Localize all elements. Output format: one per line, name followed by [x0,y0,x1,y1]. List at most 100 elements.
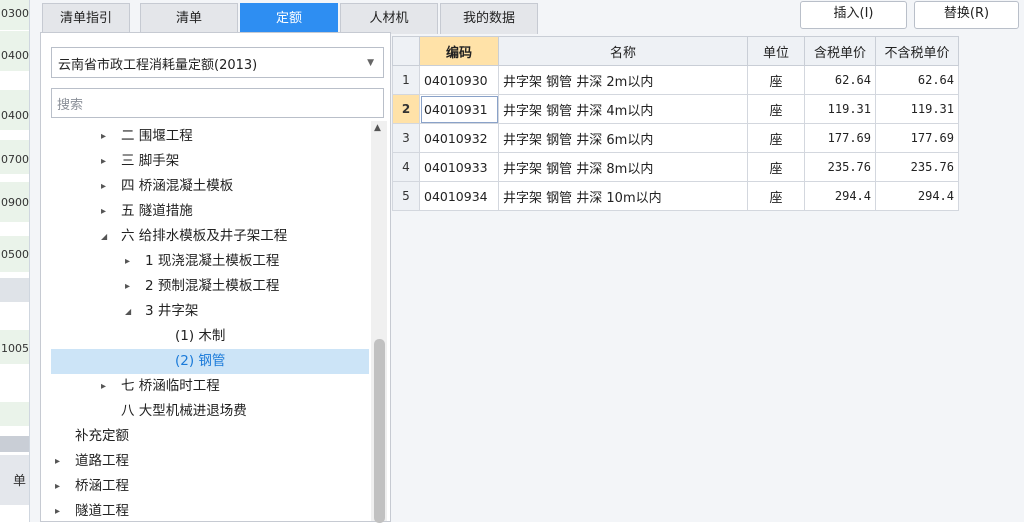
cell-code[interactable]: 04010930 [419,65,499,95]
expand-arrow-icon[interactable]: ▸ [55,499,60,524]
table-row-current[interactable]: 2 04010931 井字架 钢管 井深 4m以内 座 119.31 119.3… [392,94,959,124]
cell-name[interactable]: 井字架 钢管 井深 2m以内 [498,65,748,95]
tree-node-label: 隧道工程 [75,503,129,519]
tree-node-label: 六 给排水模板及井子架工程 [121,228,288,244]
column-header-code[interactable]: 编码 [419,36,499,66]
cell-notax-price[interactable]: 294.4 [875,181,959,211]
cell-unit[interactable]: 座 [747,152,805,182]
quota-table: 编码 名称 单位 含税单价 不含税单价 1 04010930 井字架 钢管 井深… [392,36,959,211]
row-number: 5 [392,181,420,211]
row-number: 1 [392,65,420,95]
column-header-name[interactable]: 名称 [498,36,748,66]
expand-arrow-icon[interactable]: ▸ [125,249,130,274]
cell-notax-price[interactable]: 177.69 [875,123,959,153]
collapse-arrow-icon[interactable]: ◢ [101,224,107,249]
cell-name[interactable]: 井字架 钢管 井深 10m以内 [498,181,748,211]
tree-node[interactable]: ▸ 四 桥涵混凝土模板 [101,174,233,199]
cell-unit[interactable]: 座 [747,181,805,211]
tree-node[interactable]: (1) 木制 [175,324,225,349]
column-header-tax-price[interactable]: 含税单价 [804,36,876,66]
expand-arrow-icon[interactable]: ▸ [125,274,130,299]
tree-node[interactable]: ▸ 隧道工程 [55,499,129,524]
tree-node-selected[interactable]: (2) 钢管 [51,349,369,374]
tree-node[interactable]: ▸ 道路工程 [55,449,129,474]
strip-cell: 0300 [1,7,29,20]
tree-node[interactable]: ▸ 2 预制混凝土模板工程 [125,274,279,299]
expand-arrow-icon[interactable]: ▸ [101,149,106,174]
tree-node[interactable]: ▸ 三 脚手架 [101,149,179,174]
tree-node-label: 三 脚手架 [121,153,180,169]
tree-node-label: (2) 钢管 [175,353,226,369]
tree-scroll-thumb[interactable] [374,339,385,523]
tree-node-label: 二 围堰工程 [121,128,193,144]
search-input[interactable]: 搜索 [51,88,384,118]
tab-quota[interactable]: 定额 [240,3,338,34]
expand-arrow-icon[interactable]: ▸ [55,474,60,499]
tree-node-label: (1) 木制 [175,328,226,344]
quota-library-value: 云南省市政工程消耗量定额(2013) [58,58,258,73]
tab-labor-material-machine[interactable]: 人材机 [340,3,438,34]
tab-list[interactable]: 清单 [140,3,238,34]
table-row[interactable]: 3 04010932 井字架 钢管 井深 6m以内 座 177.69 177.6… [392,123,959,153]
tree-node[interactable]: ◢ 六 给排水模板及井子架工程 [101,224,287,249]
tab-list-guide[interactable]: 清单指引 [42,3,130,34]
expand-arrow-icon[interactable]: ▸ [101,199,106,224]
row-number: 2 [392,94,420,124]
table-row[interactable]: 4 04010933 井字架 钢管 井深 8m以内 座 235.76 235.7… [392,152,959,182]
table-row[interactable]: 5 04010934 井字架 钢管 井深 10m以内 座 294.4 294.4 [392,181,959,211]
strip-row [0,278,29,302]
tree-node[interactable]: ▸ 桥涵工程 [55,474,129,499]
tree-node-label: 七 桥涵临时工程 [121,378,220,394]
tree-node-label: 桥涵工程 [75,478,129,494]
cell-name[interactable]: 井字架 钢管 井深 6m以内 [498,123,748,153]
column-header-unit[interactable]: 单位 [747,36,805,66]
expand-arrow-icon[interactable]: ▸ [55,449,60,474]
table-row[interactable]: 1 04010930 井字架 钢管 井深 2m以内 座 62.64 62.64 [392,65,959,95]
tree-node[interactable]: ▸ 1 现浇混凝土模板工程 [125,249,279,274]
cell-unit[interactable]: 座 [747,123,805,153]
tab-my-data[interactable]: 我的数据 [440,3,538,34]
tree-node-label: 1 现浇混凝土模板工程 [145,253,280,269]
tree-node[interactable]: ▸ 七 桥涵临时工程 [101,374,220,399]
tree-node[interactable]: 八 大型机械进退场费 [121,399,247,424]
insert-button[interactable]: 插入(I) [800,1,907,29]
cell-code[interactable]: 04010932 [419,123,499,153]
cell-notax-price[interactable]: 119.31 [875,94,959,124]
strip-cell: 0900 [1,196,29,209]
cell-code[interactable]: 04010933 [419,152,499,182]
cell-tax-price[interactable]: 62.64 [804,65,876,95]
tree-node[interactable]: ▸ 二 围堰工程 [101,124,193,149]
cell-tax-price[interactable]: 235.76 [804,152,876,182]
cell-unit[interactable]: 座 [747,65,805,95]
strip-row [0,402,29,426]
quota-tree-panel: 云南省市政工程消耗量定额(2013) ▼ 搜索 ▸ 二 围堰工程 ▸ 三 脚手架… [40,32,391,524]
expand-arrow-icon[interactable]: ▸ [101,124,106,149]
cell-tax-price[interactable]: 119.31 [804,94,876,124]
row-number-header [392,36,420,66]
tree-node[interactable]: 补充定额 [75,424,129,449]
scroll-up-icon[interactable]: ▲ [374,123,381,133]
cell-code[interactable]: 04010931 [419,94,499,124]
strip-scrollbar [0,436,29,452]
chevron-down-icon[interactable]: ▼ [367,58,374,68]
quota-library-select[interactable]: 云南省市政工程消耗量定额(2013) ▼ [51,47,384,78]
cell-tax-price[interactable]: 177.69 [804,123,876,153]
cell-code[interactable]: 04010934 [419,181,499,211]
cell-notax-price[interactable]: 62.64 [875,65,959,95]
cell-notax-price[interactable]: 235.76 [875,152,959,182]
cell-tax-price[interactable]: 294.4 [804,181,876,211]
expand-arrow-icon[interactable]: ▸ [101,374,106,399]
tree-node[interactable]: ◢ 3 井字架 [125,299,198,324]
collapse-arrow-icon[interactable]: ◢ [125,299,131,324]
cell-unit[interactable]: 座 [747,94,805,124]
strip-cell: 0500 [1,248,29,261]
replace-button[interactable]: 替换(R) [914,1,1019,29]
row-number: 3 [392,123,420,153]
tree-node-label: 2 预制混凝土模板工程 [145,278,280,294]
column-header-notax-price[interactable]: 不含税单价 [875,36,959,66]
tree-node[interactable]: ▸ 五 隧道措施 [101,199,193,224]
expand-arrow-icon[interactable]: ▸ [101,174,106,199]
cell-name[interactable]: 井字架 钢管 井深 4m以内 [498,94,748,124]
cell-name[interactable]: 井字架 钢管 井深 8m以内 [498,152,748,182]
search-placeholder: 搜索 [57,98,84,113]
